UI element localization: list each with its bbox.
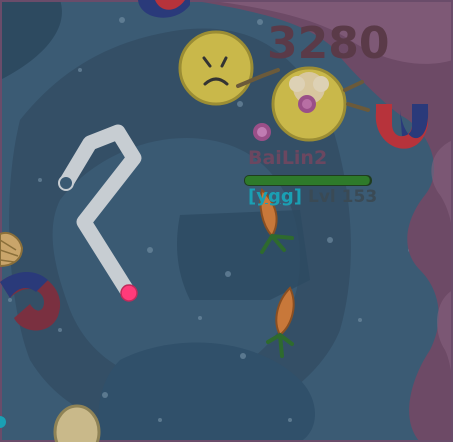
game-stage[interactable]: 3280 BaiLin2 [ygg] Lvl 153 [0, 0, 453, 442]
flower-petal-center [257, 127, 267, 137]
rock-shadow [177, 210, 310, 300]
player-level: Lvl 153 [308, 187, 378, 207]
health-bar-fill [245, 176, 370, 185]
trail-end [58, 175, 74, 191]
player-clan-tag[interactable]: [ygg] [248, 186, 302, 207]
sad-face-icon[interactable] [178, 30, 254, 106]
egg-icon[interactable] [53, 404, 101, 442]
player-name: BaiLin2 [248, 147, 328, 169]
score-counter: 3280 [267, 18, 390, 69]
orb-pickup[interactable] [120, 284, 138, 302]
